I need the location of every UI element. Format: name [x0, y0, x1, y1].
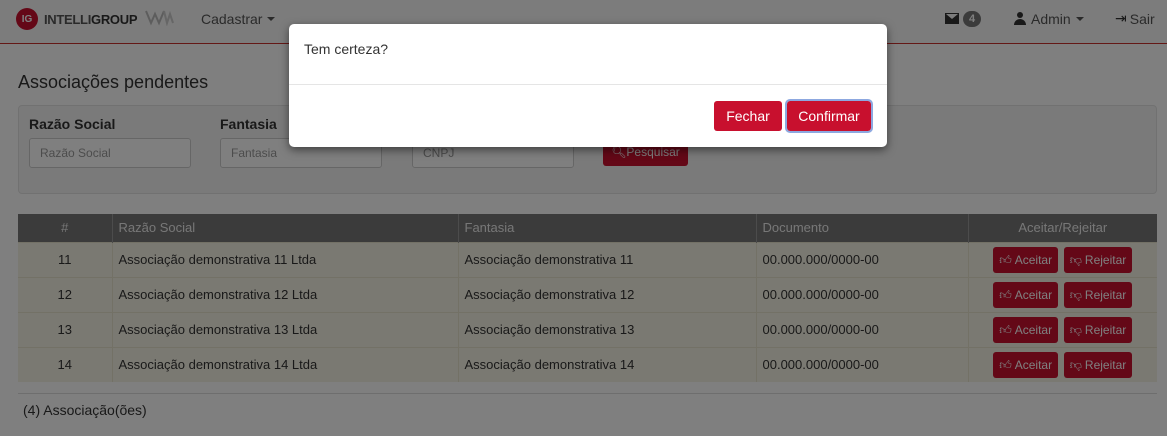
confirm-dialog: Tem certeza? Fechar Confirmar [289, 24, 887, 147]
close-button[interactable]: Fechar [714, 101, 782, 131]
confirm-button[interactable]: Confirmar [785, 99, 873, 133]
dialog-message: Tem certeza? [289, 24, 887, 85]
